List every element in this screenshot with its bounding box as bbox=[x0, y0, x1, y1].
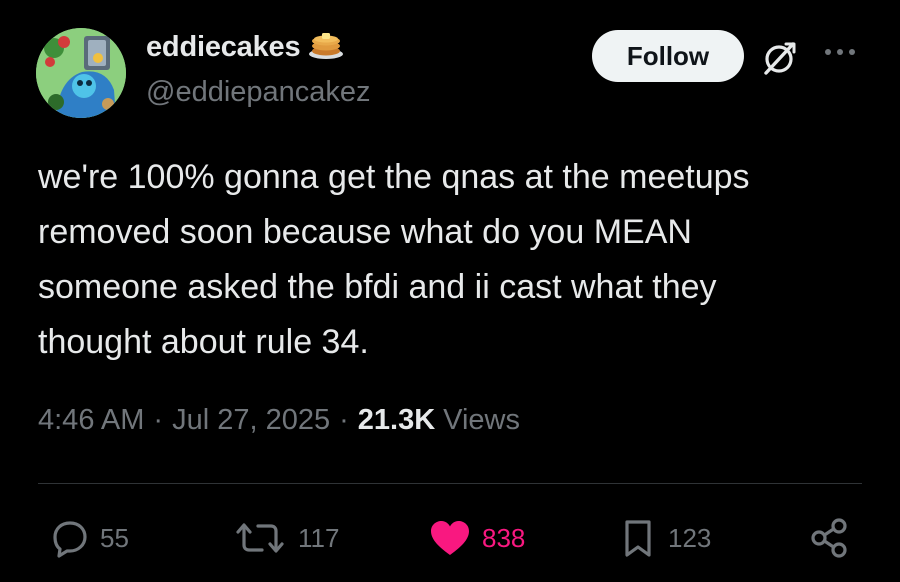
bookmark-button[interactable]: 123 bbox=[618, 516, 711, 560]
views-label: Views bbox=[443, 404, 520, 436]
grok-icon[interactable] bbox=[760, 38, 800, 78]
avatar-illustration bbox=[36, 28, 126, 118]
repost-icon bbox=[232, 518, 288, 558]
tweet-date[interactable]: Jul 27, 2025 bbox=[172, 404, 330, 437]
more-options-icon[interactable] bbox=[820, 40, 860, 64]
tweet-card: eddiecakes @eddiepancakez Follow we're 1… bbox=[0, 0, 900, 582]
author-handle[interactable]: @eddiepancakez bbox=[146, 76, 371, 109]
share-icon bbox=[808, 517, 850, 559]
pancake-emoji-icon bbox=[308, 30, 344, 65]
bookmark-count: 123 bbox=[668, 522, 712, 553]
bookmark-icon bbox=[618, 518, 658, 558]
author-name-row[interactable]: eddiecakes bbox=[146, 30, 344, 65]
tweet-text: we're 100% gonna get the qnas at the mee… bbox=[38, 158, 750, 361]
reply-button[interactable]: 55 bbox=[50, 516, 129, 560]
avatar[interactable] bbox=[36, 28, 126, 118]
meta-separator: · bbox=[153, 404, 164, 436]
reply-icon bbox=[50, 518, 90, 558]
share-button[interactable] bbox=[808, 516, 850, 560]
repost-button[interactable]: 117 bbox=[232, 516, 339, 560]
views-count: 21.3K bbox=[357, 404, 436, 436]
tweet-meta: 4:46 AM · Jul 27, 2025 · 21.3K Views bbox=[38, 404, 520, 437]
tweet-time[interactable]: 4:46 AM bbox=[38, 404, 144, 437]
like-count: 838 bbox=[482, 522, 526, 553]
like-button[interactable]: 838 bbox=[428, 516, 525, 560]
divider bbox=[38, 483, 862, 484]
display-name[interactable]: eddiecakes bbox=[146, 31, 301, 64]
repost-count: 117 bbox=[298, 522, 340, 553]
follow-button[interactable]: Follow bbox=[592, 30, 744, 82]
meta-separator: · bbox=[339, 404, 349, 436]
reply-count: 55 bbox=[100, 522, 129, 553]
heart-icon bbox=[428, 518, 472, 558]
